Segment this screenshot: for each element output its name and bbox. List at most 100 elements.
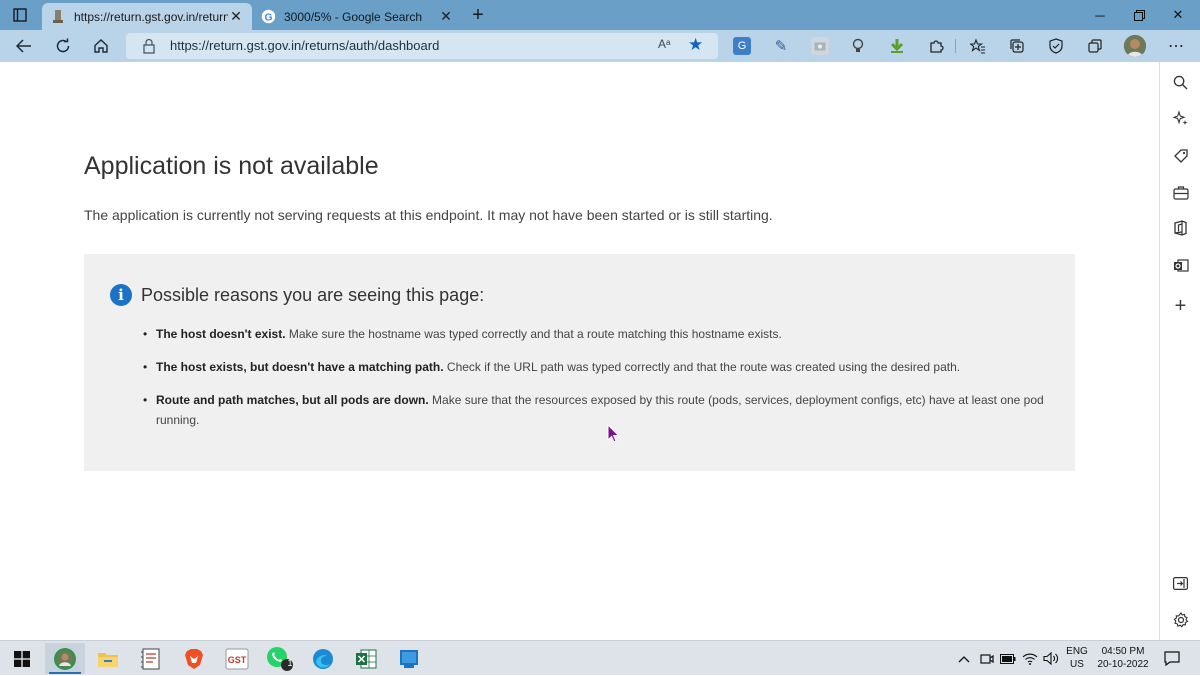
- reason-text: Make sure the hostname was typed correct…: [285, 327, 782, 341]
- reason-title: Route and path matches, but all pods are…: [156, 393, 429, 407]
- notification-center-button[interactable]: [1164, 641, 1180, 676]
- clock-date: 20-10-2022: [1097, 659, 1149, 670]
- reason-text: Check if the URL path was typed correctl…: [443, 360, 961, 374]
- gear-icon: [1173, 612, 1188, 628]
- refresh-icon: [56, 38, 70, 53]
- excel-icon: [356, 649, 377, 668]
- tab-actions-button[interactable]: [0, 0, 40, 30]
- list-item: Route and path matches, but all pods are…: [143, 390, 1051, 430]
- sparkle-icon: [1172, 110, 1187, 125]
- tray-meet-now-icon[interactable]: [980, 641, 994, 676]
- sidebar-tools-button[interactable]: [1160, 174, 1200, 210]
- notification-badge: 1: [287, 658, 293, 668]
- window-app-icon: [400, 649, 418, 668]
- language-code: ENG: [1066, 646, 1088, 657]
- taskbar-chrome-app[interactable]: [45, 643, 85, 674]
- office-icon: [1174, 220, 1187, 236]
- page-content: Application is not available The applica…: [0, 62, 1159, 640]
- start-button[interactable]: [2, 643, 42, 674]
- browser-essentials-icon[interactable]: [1047, 37, 1065, 55]
- address-url[interactable]: https://return.gst.gov.in/returns/auth/d…: [170, 38, 439, 53]
- new-tab-button[interactable]: +: [466, 0, 490, 30]
- reason-title: The host doesn't exist.: [156, 327, 286, 341]
- sidebar-office-button[interactable]: [1160, 210, 1200, 246]
- edge-sidebar: +: [1159, 62, 1200, 640]
- notification-icon: [1164, 651, 1180, 666]
- svg-text:G: G: [264, 12, 272, 23]
- collections-icon[interactable]: [1008, 37, 1026, 55]
- tab-gst-returns[interactable]: https://return.gst.gov.in/returns/ ✕: [42, 3, 252, 30]
- reason-title: The host exists, but doesn't have a matc…: [156, 360, 444, 374]
- tab-google-search[interactable]: G 3000/5% - Google Search ✕: [252, 3, 462, 30]
- settings-more-icon[interactable]: ⋯: [1166, 37, 1186, 55]
- restore-icon: [1133, 9, 1145, 21]
- google-icon: G: [260, 9, 276, 25]
- tab-actions-icon: [13, 8, 27, 22]
- sidebar-discover-button[interactable]: [1160, 100, 1200, 136]
- tray-volume-icon[interactable]: [1043, 641, 1059, 676]
- sidebar-settings-button[interactable]: [1160, 602, 1200, 638]
- svg-text:GST: GST: [228, 655, 247, 665]
- tray-wifi-icon[interactable]: [1022, 641, 1038, 676]
- tray-battery-icon[interactable]: [1000, 641, 1016, 676]
- address-bar[interactable]: https://return.gst.gov.in/returns/auth/d…: [126, 33, 718, 59]
- title-bar: https://return.gst.gov.in/returns/ ✕ G 3…: [0, 0, 1200, 30]
- windows-logo-icon: [14, 650, 30, 667]
- language-indicator[interactable]: ENG US: [1066, 645, 1088, 671]
- mouse-cursor-icon: [607, 424, 620, 443]
- home-button[interactable]: [83, 30, 119, 62]
- download-extension-icon[interactable]: [888, 37, 906, 55]
- browser-toolbar: https://return.gst.gov.in/returns/auth/d…: [0, 30, 1200, 62]
- home-icon: [94, 39, 108, 53]
- read-aloud-icon[interactable]: Aᵃ: [658, 37, 670, 51]
- tab-title: 3000/5% - Google Search: [284, 9, 423, 24]
- outlook-icon: [1173, 259, 1189, 272]
- favorites-icon[interactable]: [969, 37, 987, 55]
- close-tab-icon[interactable]: ✕: [438, 8, 454, 25]
- sidebar-search-button[interactable]: [1160, 64, 1200, 100]
- profile-avatar[interactable]: [1124, 35, 1146, 57]
- taskbar-whatsapp[interactable]: 1: [260, 643, 300, 674]
- show-hidden-icons-button[interactable]: [958, 641, 970, 676]
- favorite-star-icon[interactable]: ★: [688, 35, 703, 55]
- refresh-button[interactable]: [45, 30, 81, 62]
- sidebar-outlook-button[interactable]: [1160, 248, 1200, 284]
- sidebar-hide-button[interactable]: [1160, 565, 1200, 601]
- minimize-button[interactable]: ─: [1078, 0, 1122, 30]
- gst-tool-icon: GST: [225, 648, 249, 669]
- folder-icon: [98, 652, 118, 667]
- close-window-button[interactable]: ✕: [1156, 0, 1200, 30]
- reasons-panel: i Possible reasons you are seeing this p…: [84, 254, 1075, 471]
- keyboard-region: US: [1070, 659, 1084, 670]
- lightbulb-extension-icon[interactable]: [849, 37, 867, 55]
- page-description: The application is currently not serving…: [84, 207, 773, 223]
- taskbar-edge-browser[interactable]: [303, 643, 343, 674]
- extensions-puzzle-icon[interactable]: [927, 37, 945, 55]
- taskbar-blue-app[interactable]: [389, 643, 429, 674]
- clock-time: 04:50 PM: [1101, 646, 1145, 657]
- info-icon: i: [110, 284, 132, 306]
- reasons-heading: Possible reasons you are seeing this pag…: [141, 285, 485, 305]
- taskbar-file-explorer[interactable]: [88, 643, 128, 674]
- search-icon: [1173, 75, 1188, 90]
- gov-emblem-icon: [50, 9, 66, 25]
- taskbar-excel[interactable]: [346, 643, 386, 674]
- taskbar-notebook-app[interactable]: [131, 643, 171, 674]
- sidebar-add-button[interactable]: +: [1160, 288, 1200, 324]
- lock-icon[interactable]: [142, 38, 156, 54]
- list-item: The host doesn't exist. Make sure the ho…: [143, 324, 1051, 344]
- screenshot-extension-icon[interactable]: [811, 37, 829, 55]
- back-button[interactable]: [6, 30, 42, 62]
- workspaces-icon[interactable]: [1086, 37, 1104, 55]
- pen-extension-icon[interactable]: ✎: [772, 37, 790, 55]
- translate-extension-icon[interactable]: G: [733, 37, 751, 55]
- sidebar-shopping-button[interactable]: [1160, 138, 1200, 174]
- list-item: The host exists, but doesn't have a matc…: [143, 357, 1051, 377]
- notebook-icon: [141, 648, 160, 669]
- restore-button[interactable]: [1117, 0, 1161, 30]
- taskbar-clock[interactable]: 04:50 PM 20-10-2022: [1094, 645, 1152, 671]
- close-tab-icon[interactable]: ✕: [228, 8, 244, 25]
- taskbar-gst-offline-tool[interactable]: GST: [217, 643, 257, 674]
- taskbar-brave-browser[interactable]: [174, 643, 214, 674]
- briefcase-icon: [1172, 185, 1189, 200]
